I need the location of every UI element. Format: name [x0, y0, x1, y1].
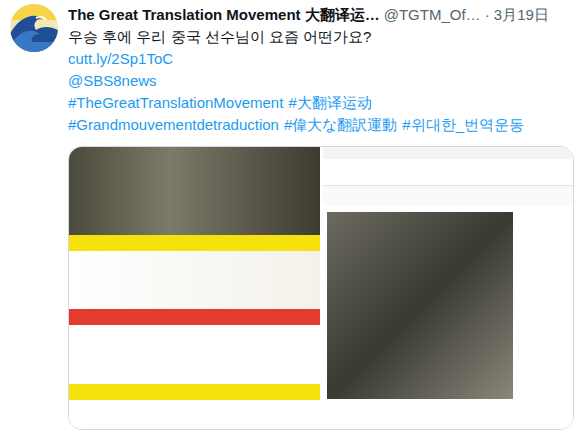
author-handle[interactable]: @TGTM_Of…: [384, 4, 481, 26]
author-name[interactable]: The Great Translation Movement 大翻译运…: [68, 4, 380, 26]
mention[interactable]: @SBS8news: [68, 72, 157, 89]
tweet: The Great Translation Movement 大翻译运…@TGT…: [0, 0, 576, 446]
hashtag-line: #Grandmouvementdetraduction #偉大な翻訳運動 #위대한_…: [68, 114, 576, 136]
hashtag-line: #TheGreatTranslationMovement #大翻译运动: [68, 92, 576, 114]
tweet-header: The Great Translation Movement 大翻译运…@TGT…: [68, 4, 576, 26]
hashtag[interactable]: #Grandmouvementdetraduction: [68, 116, 279, 133]
hashtag[interactable]: #大翻译运动: [288, 94, 371, 111]
tweet-date[interactable]: · 3月19日: [485, 4, 549, 26]
media-photo[interactable]: [323, 147, 574, 429]
media-grid: [68, 146, 574, 430]
great-wave-avatar-icon[interactable]: [10, 4, 58, 52]
media-photo[interactable]: [69, 147, 320, 429]
hashtag[interactable]: #TheGreatTranslationMovement: [68, 94, 283, 111]
hashtag[interactable]: #偉大な翻訳運動: [284, 116, 397, 133]
hashtag[interactable]: #위대한_번역운동: [402, 116, 524, 133]
tweet-text: 우승 후에 우리 중국 선수님이 요즘 어떤가요?: [68, 26, 576, 48]
tweet-link[interactable]: cutt.ly/2Sp1ToC: [68, 50, 173, 67]
